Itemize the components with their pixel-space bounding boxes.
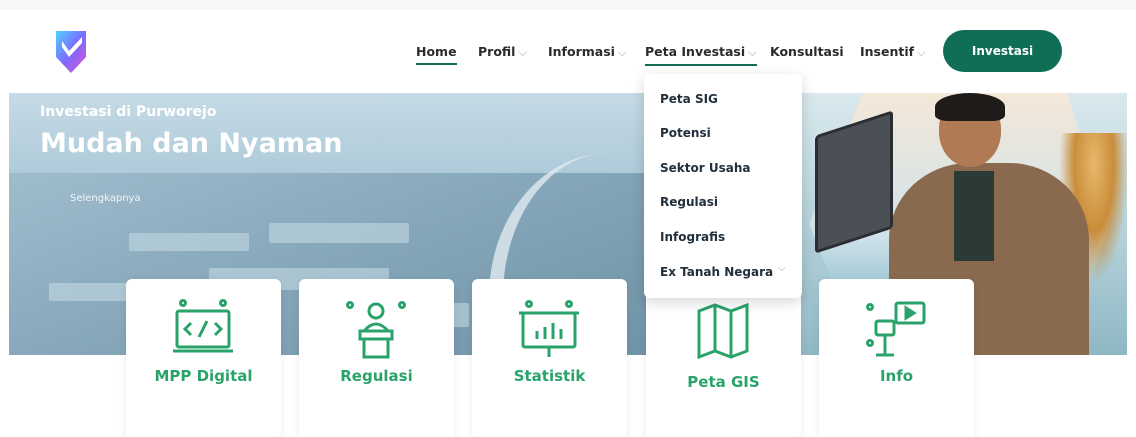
- peta-investasi-dropdown: Peta SIG Potensi Sektor Usaha Regulasi I…: [644, 74, 802, 298]
- nav-insentif-label: Insentif: [860, 44, 915, 59]
- card-label: Info: [879, 367, 914, 385]
- nav-insentif[interactable]: Insentif ⌵: [860, 44, 925, 60]
- nav-informasi-label: Informasi: [548, 44, 615, 59]
- hero-title: Mudah dan Nyaman: [40, 128, 343, 159]
- presentation-chart-icon: [519, 300, 579, 357]
- hero-more-link[interactable]: Selengkapnya: [70, 193, 141, 204]
- card-regulasi[interactable]: Regulasi: [299, 279, 454, 437]
- page: Home Profil ⌵ Informasi ⌵ Peta Investasi ⌵ …: [0, 0, 1136, 437]
- top-border: [0, 0, 1136, 10]
- dropdown-item-regulasi[interactable]: Regulasi: [660, 195, 718, 209]
- chevron-down-icon[interactable]: ⌵: [778, 263, 786, 274]
- site-logo[interactable]: [52, 27, 90, 75]
- nav-profil[interactable]: Profil ⌵: [478, 44, 527, 60]
- card-label: MPP Digital: [154, 367, 253, 385]
- dropdown-item-infografis[interactable]: Infografis: [660, 230, 725, 244]
- person-shirt-image: [954, 171, 994, 261]
- chevron-down-icon: ⌵: [617, 46, 627, 59]
- card-info[interactable]: Info: [819, 279, 974, 437]
- nav-home-label: Home: [416, 44, 457, 59]
- dropdown-item-sektor-usaha[interactable]: Sektor Usaha: [660, 161, 750, 175]
- nav-konsultasi[interactable]: Konsultasi: [770, 44, 844, 59]
- card-statistik[interactable]: Statistik: [472, 279, 627, 437]
- dropdown-item-ex-tanah-negara[interactable]: Ex Tanah Negara: [660, 265, 773, 279]
- chevron-down-icon: ⌵: [748, 46, 757, 59]
- investasi-button[interactable]: Investasi: [943, 30, 1062, 72]
- nav-informasi[interactable]: Informasi ⌵: [548, 44, 626, 60]
- folded-map-icon: [697, 302, 749, 360]
- card-label: Statistik: [513, 367, 586, 385]
- chevron-down-icon: ⌵: [917, 46, 926, 59]
- computer-code-icon: [173, 299, 233, 353]
- dropdown-item-peta-sig[interactable]: Peta SIG: [660, 92, 718, 106]
- card-mpp-digital[interactable]: MPP Digital: [126, 279, 281, 437]
- info-screen-icon: [866, 301, 926, 357]
- card-peta-gis[interactable]: Peta GIS: [646, 279, 801, 437]
- hero-subtitle: Investasi di Purworejo: [40, 104, 217, 120]
- speaker-podium-icon: [346, 301, 406, 359]
- nav-peta-investasi[interactable]: Peta Investasi ⌵: [645, 44, 757, 66]
- card-label: Regulasi: [340, 367, 413, 385]
- nav-profil-label: Profil: [478, 44, 516, 59]
- chevron-down-icon: ⌵: [518, 46, 527, 59]
- nav-konsultasi-label: Konsultasi: [770, 44, 844, 59]
- nav-home[interactable]: Home: [416, 44, 457, 65]
- card-label: Peta GIS: [687, 373, 760, 391]
- person-hair-image: [935, 93, 1005, 121]
- dropdown-item-potensi[interactable]: Potensi: [660, 126, 711, 140]
- nav-peta-investasi-label: Peta Investasi: [645, 44, 746, 59]
